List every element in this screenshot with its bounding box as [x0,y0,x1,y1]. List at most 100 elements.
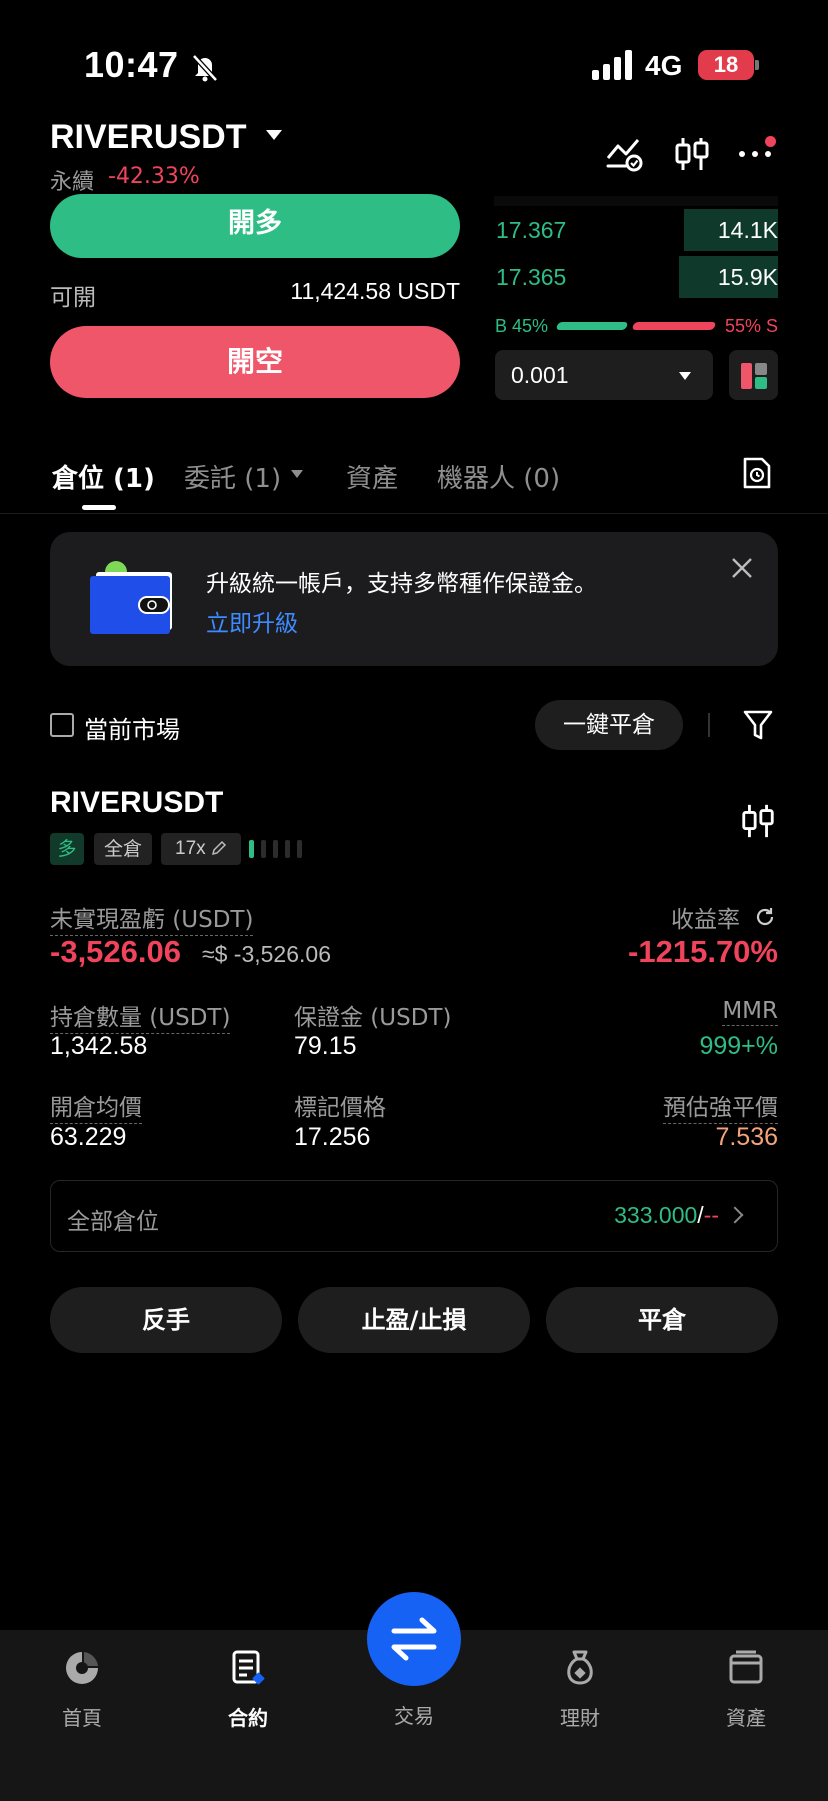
quantity-step-select[interactable]: 0.001 [495,350,713,400]
divider [708,713,710,737]
divider [0,513,828,514]
all-positions-value: 333.000/-- [614,1202,719,1229]
position-symbol[interactable]: RIVERUSDT [50,786,223,820]
wallet-icon [90,561,172,634]
trade-button[interactable] [367,1592,461,1686]
close-all-button[interactable]: 一鍵平倉 [535,700,683,750]
signal-icon [592,50,632,80]
unrealized-pnl-label[interactable]: 未實現盈虧 (USDT) [50,900,254,936]
symbol-title[interactable]: RIVERUSDT [50,118,246,157]
reverse-button[interactable]: 反手 [50,1287,282,1353]
tab-positions[interactable]: 倉位 (1) [52,458,155,495]
history-icon[interactable] [742,456,772,490]
nav-label: 資產 [726,1706,766,1730]
refresh-icon[interactable] [754,906,776,928]
buy-ratio-bar [555,322,629,330]
size-label[interactable]: 持倉數量 (USDT) [50,998,231,1034]
roe-value: -1215.70% [628,934,778,969]
active-tab-indicator [82,505,116,510]
leverage-value: 17x [175,838,206,859]
leverage-badge[interactable]: 17x [161,833,241,865]
orderbook-top-edge [494,196,778,206]
caret-down-icon[interactable] [266,130,282,140]
risk-bar [285,840,290,858]
contract-icon [232,1650,265,1685]
available-value: 11,424.58 USDT [290,278,460,304]
risk-bar [273,840,278,858]
contract-type: 永續 [50,170,95,195]
bell-muted-icon [192,54,218,82]
buy-ratio: B 45% [495,316,549,336]
orderbook-row[interactable]: 17.367 14.1K [494,209,778,251]
current-market-label[interactable]: 當前市場 [84,710,180,745]
banner-title: 升級統一帳戶，支持多幣種作保證金。 [206,571,597,597]
candlestick-icon[interactable] [672,134,712,174]
price-alert-icon[interactable] [604,134,644,174]
liq-price-value: 7.536 [715,1123,778,1151]
all-positions-amount: 333.000 [614,1202,698,1228]
size-value: 1,342.58 [50,1032,148,1060]
close-position-button[interactable]: 平倉 [546,1287,778,1353]
wallet-icon [729,1650,763,1684]
nav-label: 交易 [394,1704,434,1728]
quantity-step-value: 0.001 [511,362,569,388]
side-badge: 多 [50,833,84,865]
notification-dot [765,136,776,147]
margin-label: 保證金 (USDT) [294,1005,452,1031]
battery-level: 18 [713,52,739,77]
battery-indicator: 18 [698,50,754,80]
unrealized-pnl-approx: ≈$ -3,526.06 [202,941,331,967]
margin-mode-badge: 全倉 [94,833,152,865]
nav-label: 理財 [560,1706,600,1730]
tpsl-button[interactable]: 止盈/止損 [298,1287,530,1353]
unrealized-pnl-value: -3,526.06 [50,934,181,969]
filter-icon[interactable] [742,708,774,742]
network-label: 4G [645,50,683,81]
tab-bots[interactable]: 機器人 (0) [437,458,560,495]
tab-orders[interactable]: 委託 (1) [184,458,281,495]
bid-qty: 15.9K [717,264,778,290]
upgrade-link[interactable]: 立即升級 [206,604,298,638]
all-positions-dash: -- [703,1202,719,1228]
orderbook-row[interactable]: 17.365 15.9K [494,256,778,298]
bid-qty: 14.1K [717,217,778,243]
available-label: 可開 [50,285,96,311]
mark-price-label: 標記價格 [294,1095,386,1121]
nav-earn[interactable]: 理財 [530,1648,630,1731]
home-icon [66,1652,98,1684]
all-positions-label: 全部倉位 [67,1209,159,1235]
layout-icon [741,363,767,389]
close-icon[interactable] [730,556,754,580]
entry-price-label[interactable]: 開倉均價 [50,1088,142,1124]
nav-assets[interactable]: 資產 [696,1648,796,1731]
battery-nub [755,60,759,70]
mark-price-value: 17.256 [294,1123,371,1151]
open-short-button[interactable]: 開空 [50,326,460,398]
open-long-button[interactable]: 開多 [50,194,460,258]
bid-price: 17.367 [496,217,567,243]
caret-down-icon[interactable] [291,470,303,478]
nav-trade[interactable]: 交易 [364,1700,464,1729]
margin-value: 79.15 [294,1032,357,1060]
mmr-label[interactable]: MMR [722,998,778,1026]
all-positions-row[interactable]: 全部倉位 333.000/-- [50,1180,778,1252]
bid-price: 17.365 [496,264,567,290]
risk-bar [297,840,302,858]
nav-home[interactable]: 首頁 [32,1648,132,1731]
swap-icon [391,1617,437,1661]
mmr-value: 999+% [699,1032,778,1060]
tab-assets[interactable]: 資產 [346,458,398,495]
nav-contracts[interactable]: 合約 [198,1648,298,1731]
current-market-checkbox[interactable] [50,713,74,737]
roe-label: 收益率 [671,907,740,933]
liq-price-label[interactable]: 預估強平價 [663,1088,778,1124]
edit-icon [211,840,227,856]
earn-icon [567,1650,593,1685]
sell-ratio-bar [631,322,717,330]
candlestick-icon[interactable] [739,802,777,840]
risk-bar-active [249,840,254,858]
status-time: 10:47 [84,44,179,85]
nav-label: 首頁 [62,1706,102,1730]
orderbook-layout-button[interactable] [729,350,778,400]
sell-ratio: 55% S [724,316,778,336]
